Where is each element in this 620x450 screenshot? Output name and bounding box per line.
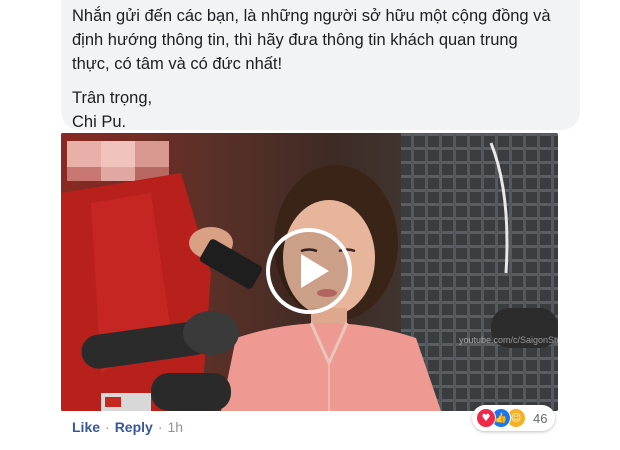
comment-line: Nhắn gửi đến các bạn, là những người sở … — [72, 7, 551, 25]
comment-text: Nhắn gửi đến các bạn, là những người sở … — [72, 4, 562, 134]
separator-dot: · — [105, 419, 110, 435]
reaction-summary[interactable]: ♥ 👍 ☺ 46 — [472, 405, 556, 431]
love-reaction-icon: ♥ — [476, 408, 496, 428]
like-link[interactable]: Like — [72, 419, 100, 435]
comment-signature: Chi Pu. — [72, 113, 127, 131]
comment-line: định hướng thông tin, thì hãy đưa thông … — [72, 31, 518, 49]
comment-signoff: Trân trọng, — [72, 89, 153, 107]
video-watermark: youtube.com/c/SaigonStories18 — [459, 335, 558, 345]
reply-link[interactable]: Reply — [115, 419, 153, 435]
play-icon — [301, 254, 329, 288]
video-player[interactable]: youtube.com/c/SaigonStories18 — [61, 133, 558, 411]
comment-timestamp[interactable]: 1h — [167, 419, 183, 435]
separator-dot: · — [157, 419, 163, 435]
play-button[interactable] — [266, 228, 352, 314]
comment-actions: Like · Reply · 1h — [72, 419, 183, 435]
comment-line: thực, có tâm và có đức nhất! — [72, 55, 283, 73]
reaction-count: 46 — [533, 410, 548, 426]
